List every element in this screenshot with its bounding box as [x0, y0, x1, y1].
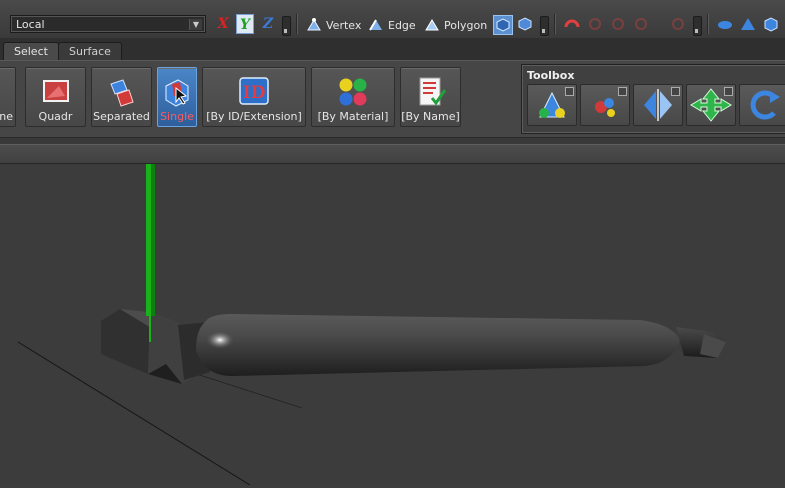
material-balls-icon [339, 78, 367, 106]
unlink-icon [612, 18, 624, 30]
ribbon-tab-bar: Select Surface [0, 38, 785, 60]
ribbon-button-separated[interactable]: Separated [91, 67, 152, 127]
edge-mode-label: Edge [388, 18, 416, 32]
mode-overflow-scroll[interactable] [540, 16, 549, 36]
3d-viewport[interactable] [0, 164, 785, 486]
selection-ribbon: ne Quadr Separated Single ID [By ID/Exte… [0, 60, 785, 137]
quad-select-icon [42, 80, 69, 102]
expand-corner-icon[interactable] [618, 87, 627, 96]
object-tip[interactable] [676, 327, 726, 358]
element-mode-button[interactable] [493, 15, 513, 35]
axis-overflow-scroll[interactable] [282, 16, 291, 36]
svg-text:ID: ID [243, 83, 266, 103]
bind-icon [635, 18, 647, 30]
toolbox-move-button[interactable] [686, 84, 736, 126]
toolbar-divider [554, 14, 555, 34]
toolbox-mirror-button[interactable] [633, 84, 683, 126]
polygon-icon [424, 17, 440, 33]
bind-button-disabled[interactable] [632, 15, 652, 35]
unlink-button-disabled[interactable] [609, 15, 629, 35]
ribbon-button-label: [By Name] [401, 110, 460, 123]
gizmo-y-axis-shade [151, 164, 155, 316]
ribbon-button-by-name[interactable]: [By Name] [400, 67, 461, 127]
link-button-disabled[interactable] [586, 15, 606, 35]
expand-corner-icon[interactable] [671, 87, 680, 96]
expand-corner-icon[interactable] [724, 87, 733, 96]
ribbon-button-by-id[interactable]: ID [By ID/Extension] [202, 67, 306, 127]
ribbon-bottom-edge [0, 137, 785, 144]
tab-select[interactable]: Select [3, 42, 59, 60]
toolbox-panel: Toolbox [521, 64, 785, 134]
pyramid-primitive-button[interactable] [739, 15, 759, 35]
chevron-down-icon[interactable]: ▼ [189, 19, 202, 30]
single-select-icon [165, 79, 189, 107]
vertex-mode-button[interactable]: Vertex [306, 16, 361, 34]
coordinate-system-value: Local [16, 18, 45, 31]
list-check-icon [419, 77, 446, 106]
ribbon-button-label: [By ID/Extension] [206, 110, 302, 123]
ribbon-button-single[interactable]: Single [157, 67, 197, 127]
axis-x-button[interactable]: X [214, 14, 232, 34]
toolbar-divider [707, 14, 708, 34]
vertex-mode-label: Vertex [326, 18, 362, 32]
object-cube-icon [518, 17, 532, 31]
ribbon-button-label: ne [0, 110, 13, 123]
refresh-icon [672, 18, 684, 30]
refresh-button-disabled[interactable] [669, 15, 689, 35]
ribbon-button-label: Separated [93, 110, 150, 123]
link-overflow-scroll[interactable] [693, 16, 702, 36]
ribbon-button-globe[interactable]: ne [0, 67, 16, 127]
polygon-mode-label: Polygon [444, 18, 488, 32]
pyramid-icon [741, 18, 755, 30]
object-hex-head[interactable] [101, 309, 194, 384]
ribbon-button-label: Single [160, 110, 194, 123]
ribbon-button-label: Quadr [38, 110, 73, 123]
viewport-header-bar [0, 144, 785, 164]
object-highlight [206, 331, 234, 349]
id-icon: ID [239, 77, 269, 105]
undo-link-button[interactable] [563, 15, 583, 35]
toolbar-divider [296, 14, 297, 34]
toolbox-rotate-button[interactable] [739, 84, 785, 126]
edge-icon [368, 17, 384, 33]
rotate-tool-icon [750, 90, 780, 120]
globe-icon [0, 76, 17, 108]
edge-mode-button[interactable]: Edge [368, 16, 416, 34]
plane-primitive-button[interactable] [716, 15, 736, 35]
magnet-icon [564, 19, 580, 28]
box-icon [764, 17, 778, 32]
main-toolbar: Local ▼ X Y Z Vertex Edge Polygon [0, 0, 785, 39]
axis-y-button[interactable]: Y [236, 14, 254, 34]
scene-canvas[interactable] [0, 164, 785, 486]
element-cube-icon [496, 18, 510, 32]
object-shaft[interactable] [196, 314, 680, 376]
box-primitive-button[interactable] [762, 15, 782, 35]
object-mode-button[interactable] [516, 15, 536, 35]
polygon-mode-button[interactable]: Polygon [424, 16, 487, 34]
ribbon-button-label: [By Material] [317, 110, 389, 123]
plane-icon [718, 21, 732, 29]
axis-z-button[interactable]: Z [259, 14, 277, 34]
separated-select-icon [109, 79, 134, 107]
coordinate-system-select[interactable]: Local ▼ [10, 15, 206, 33]
toolbox-create-button[interactable] [527, 84, 577, 126]
ribbon-button-quadr[interactable]: Quadr [25, 67, 86, 127]
toolbox-scatter-button[interactable] [580, 84, 630, 126]
vertex-icon [306, 17, 322, 33]
toolbox-title: Toolbox [527, 69, 575, 82]
ribbon-button-by-material[interactable]: [By Material] [311, 67, 395, 127]
link-icon [589, 18, 601, 30]
expand-corner-icon[interactable] [565, 87, 574, 96]
tab-surface[interactable]: Surface [58, 42, 122, 60]
